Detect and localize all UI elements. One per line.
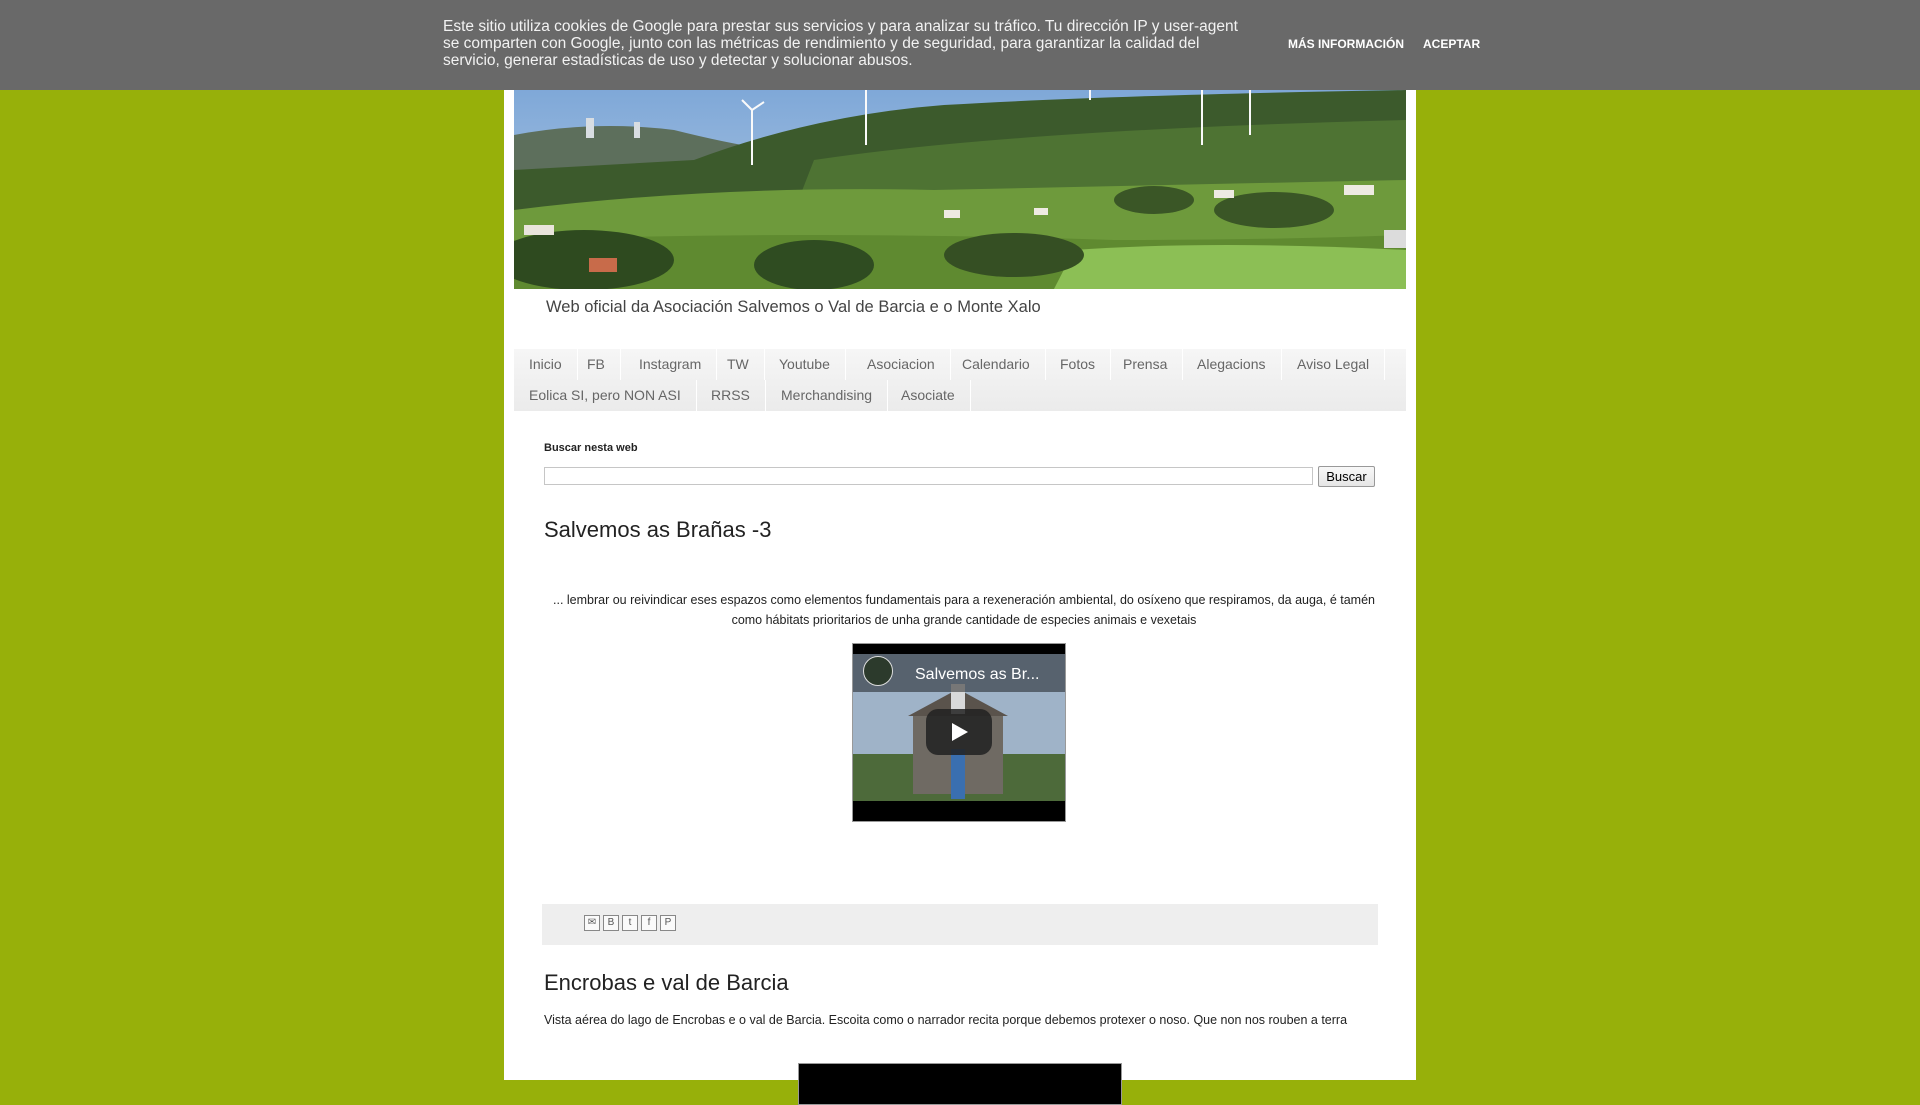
- youtube-video-embed[interactable]: [798, 1063, 1122, 1105]
- accept-cookies-button[interactable]: ACEPTAR: [1423, 37, 1480, 51]
- search-button[interactable]: Buscar: [1318, 466, 1375, 487]
- blogger-icon[interactable]: B: [603, 915, 619, 931]
- facebook-icon[interactable]: f: [641, 915, 657, 931]
- cookie-notice-text: Este sitio utiliza cookies de Google par…: [443, 18, 1238, 69]
- nav-tabs: Inicio FB Instagram TW Youtube Asociacio…: [514, 349, 1406, 411]
- post-title[interactable]: Encrobas e val de Barcia: [544, 970, 789, 996]
- post-body: Vista aérea do lago de Encrobas e o val …: [544, 1013, 1348, 1027]
- tab-youtube[interactable]: Youtube: [764, 349, 846, 380]
- tab-fotos[interactable]: Fotos: [1045, 349, 1112, 380]
- channel-avatar[interactable]: [863, 656, 893, 686]
- header-landscape-image: [514, 90, 1406, 289]
- tab-prensa[interactable]: Prensa: [1108, 349, 1184, 380]
- tab-fb[interactable]: FB: [572, 349, 621, 380]
- blog-tagline: Web oficial da Asociación Salvemos o Val…: [546, 298, 1041, 316]
- pinterest-icon[interactable]: P: [660, 915, 676, 931]
- post-body: ... lembrar ou reivindicar eses espazos …: [553, 593, 1375, 627]
- tab-aviso-legal[interactable]: Aviso Legal: [1282, 349, 1386, 380]
- tab-tw[interactable]: TW: [712, 349, 765, 380]
- tab-inicio[interactable]: Inicio: [514, 349, 578, 380]
- tab-instagram[interactable]: Instagram: [624, 349, 718, 380]
- search-input[interactable]: [544, 467, 1313, 485]
- play-icon: [952, 723, 968, 741]
- youtube-video-embed[interactable]: Salvemos as Br...: [852, 643, 1066, 822]
- main-column: Web oficial da Asociación Salvemos o Val…: [504, 0, 1416, 1105]
- post-title[interactable]: Salvemos as Brañas -3: [544, 517, 771, 543]
- tab-calendario[interactable]: Calendario: [947, 349, 1046, 380]
- tab-rrss[interactable]: RRSS: [696, 380, 766, 411]
- cookie-banner: Este sitio utiliza cookies de Google par…: [0, 0, 1920, 90]
- video-title[interactable]: Salvemos as Br...: [915, 666, 1040, 684]
- twitter-icon[interactable]: t: [622, 915, 638, 931]
- search-label: Buscar nesta web: [544, 442, 638, 454]
- tab-merchandising[interactable]: Merchandising: [766, 380, 889, 411]
- more-info-link[interactable]: MÁS INFORMACIÓN: [1288, 37, 1404, 51]
- tab-alegacions[interactable]: Alegacions: [1182, 349, 1282, 380]
- tab-eolica[interactable]: Eolica SI, pero NON ASI: [514, 380, 697, 411]
- tab-asociate[interactable]: Asociate: [886, 380, 971, 411]
- tab-asociacion[interactable]: Asociacion: [852, 349, 951, 380]
- play-button[interactable]: [926, 709, 992, 755]
- email-icon[interactable]: ✉: [584, 915, 600, 931]
